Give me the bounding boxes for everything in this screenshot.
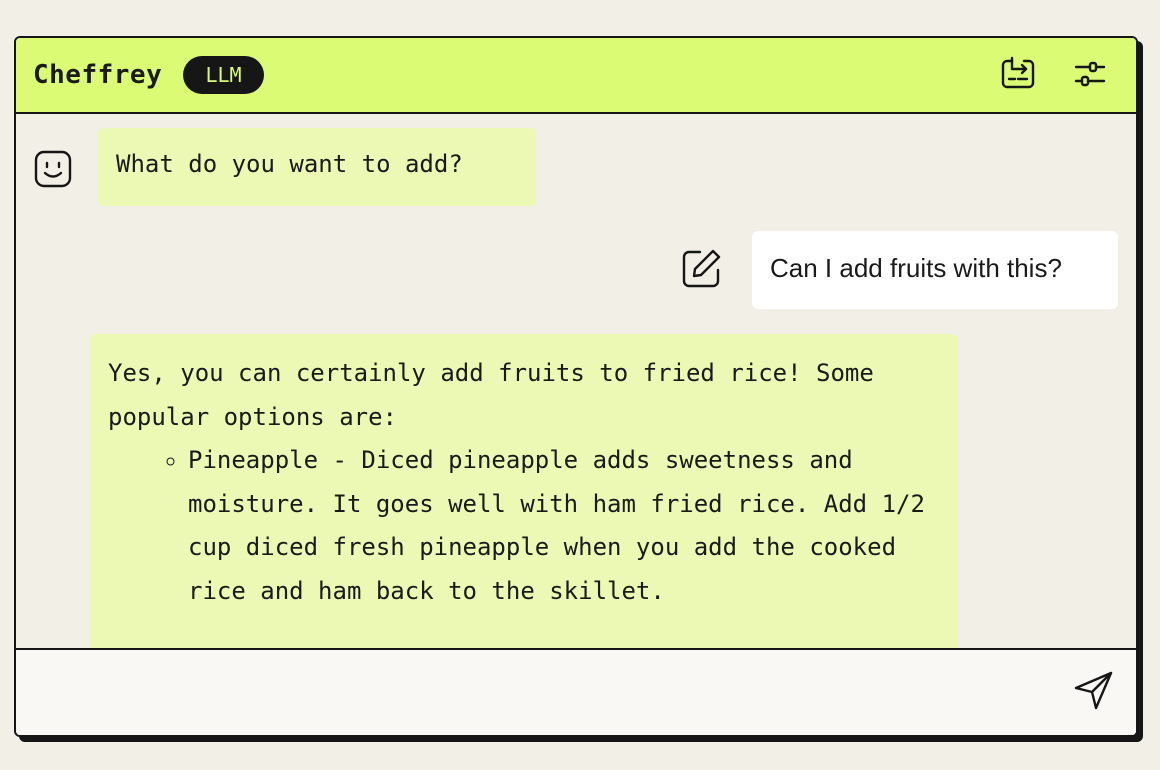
robot-face-icon <box>34 150 72 188</box>
list-item: Pineapple - Diced pineapple adds sweetne… <box>188 439 940 613</box>
message-input[interactable] <box>32 660 1056 722</box>
fruit-list: Pineapple - Diced pineapple adds sweetne… <box>108 439 940 613</box>
chat-window: Cheffrey LLM What do you want to add? Ca… <box>14 36 1138 737</box>
bot-message: Yes, you can certainly add fruits to fri… <box>90 334 958 648</box>
app-title: Cheffrey <box>33 60 163 90</box>
settings-button[interactable] <box>1070 54 1110 94</box>
edit-icon[interactable] <box>680 248 722 290</box>
user-message: Can I add fruits with this? <box>752 231 1118 309</box>
bot-message: What do you want to add? <box>98 128 536 206</box>
model-badge[interactable]: LLM <box>183 56 264 94</box>
message-paragraph: Yes, you can certainly add fruits to fri… <box>108 359 874 431</box>
header: Cheffrey LLM <box>16 38 1136 114</box>
sliders-icon <box>1074 61 1106 87</box>
switch-model-button[interactable] <box>998 54 1038 94</box>
send-button[interactable] <box>1072 668 1116 712</box>
send-icon <box>1074 671 1113 710</box>
composer <box>16 648 1136 735</box>
chat-area[interactable]: What do you want to add? Can I add fruit… <box>16 114 1136 648</box>
switch-model-icon <box>1001 56 1035 89</box>
